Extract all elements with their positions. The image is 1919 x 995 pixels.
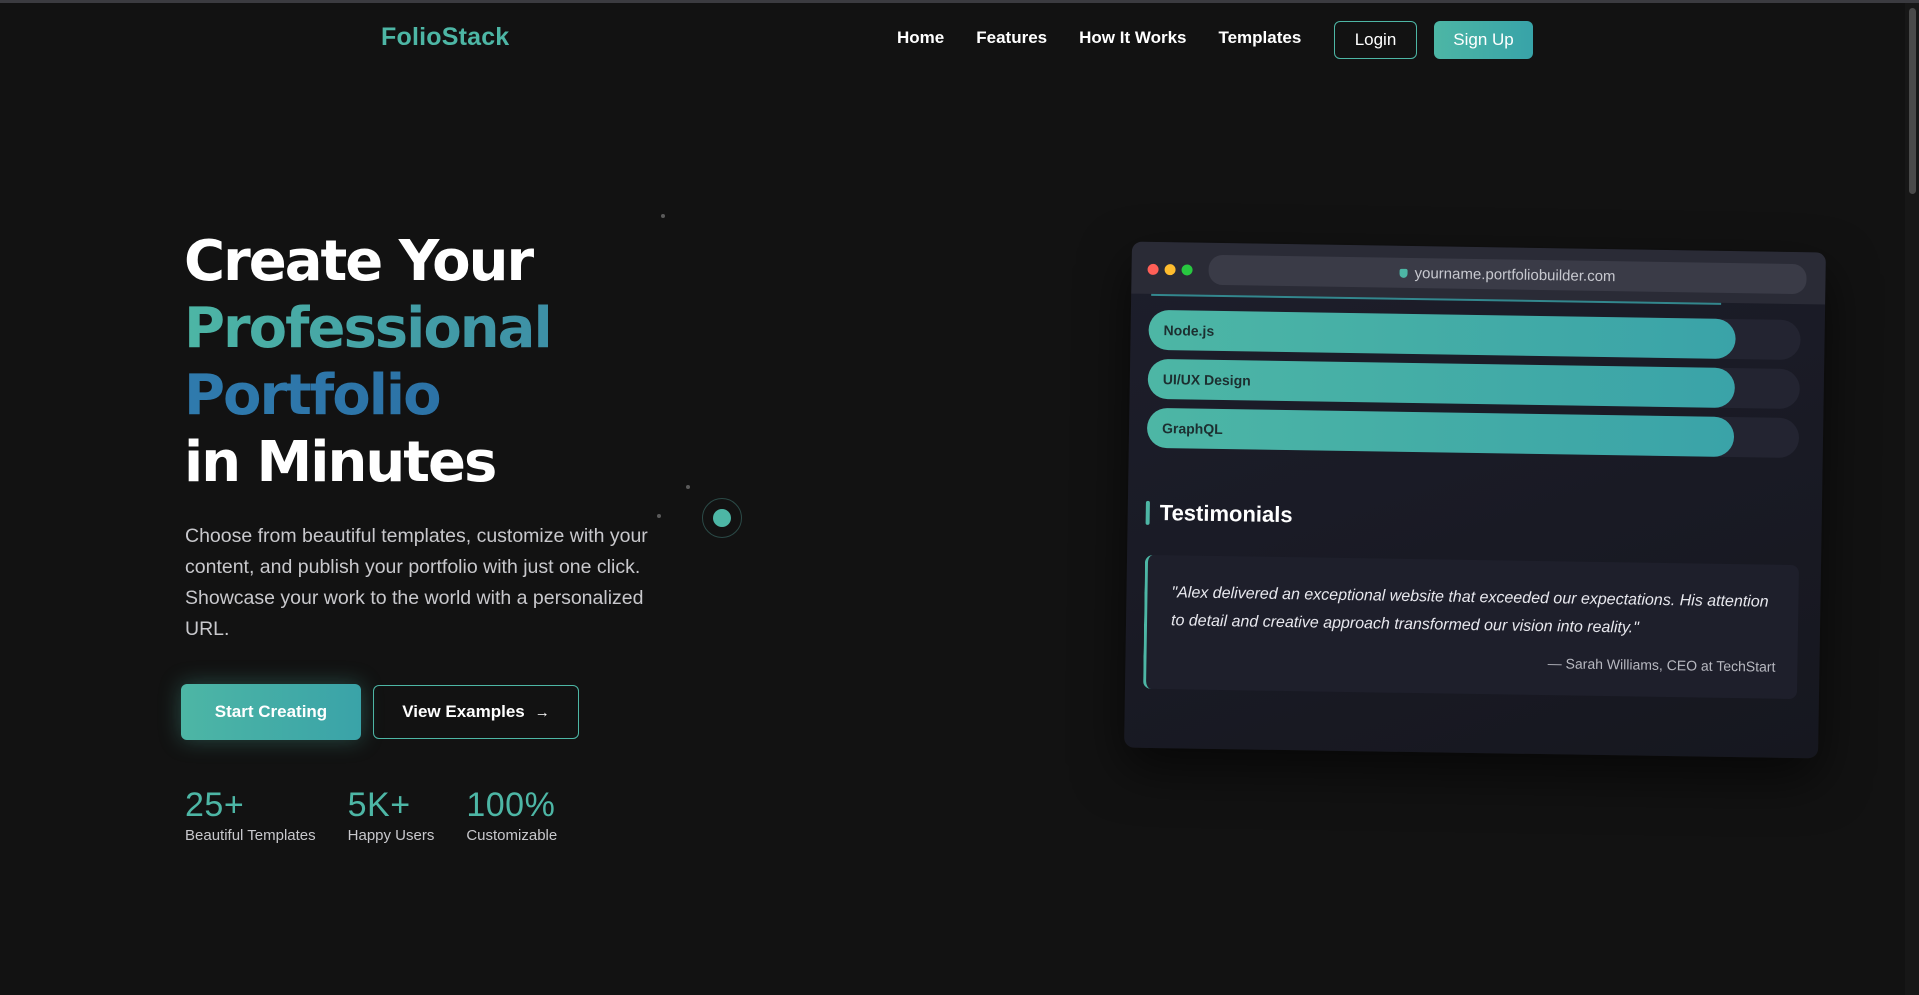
- skill-bar-uiux: UI/UX Design: [1147, 358, 1801, 410]
- decorative-dot: [661, 214, 665, 218]
- view-examples-label: View Examples: [402, 702, 525, 721]
- lock-icon: [1399, 268, 1408, 278]
- scrollbar-thumb[interactable]: [1909, 8, 1916, 194]
- nav-links: Home Features How It Works Templates: [897, 28, 1301, 48]
- top-navbar: FolioStack Home Features How It Works Te…: [0, 3, 1919, 73]
- stat-label: Happy Users: [347, 827, 435, 844]
- hero-stats: 25+ Beautiful Templates 5K+ Happy Users …: [185, 785, 589, 844]
- signup-button[interactable]: Sign Up: [1434, 21, 1533, 59]
- stat-users: 5K+ Happy Users: [348, 785, 435, 844]
- decorative-dot: [657, 514, 661, 518]
- skill-bar-graphql: GraphQL: [1146, 407, 1800, 459]
- skill-label: GraphQL: [1161, 420, 1223, 438]
- view-examples-button[interactable]: View Examples →: [373, 685, 579, 739]
- stat-value: 5K+: [347, 786, 411, 824]
- section-accent-bar: [1145, 500, 1150, 525]
- nav-link-templates[interactable]: Templates: [1218, 28, 1301, 48]
- hero-headline: Create Your Professional Portfolio in Mi…: [184, 228, 553, 496]
- skill-bar-nodejs: Node.js: [1148, 309, 1801, 361]
- stat-customizable: 100% Customizable: [466, 785, 557, 844]
- testimonial-card: "Alex delivered an exceptional website t…: [1142, 554, 1800, 700]
- skill-bar-fill: [1146, 407, 1735, 458]
- skill-bar-fill: [1148, 309, 1736, 360]
- decorative-orb-core: [713, 509, 731, 527]
- testimonials-heading: Testimonials: [1145, 500, 1293, 528]
- stat-label: Customizable: [466, 827, 558, 844]
- nav-link-features[interactable]: Features: [976, 28, 1047, 48]
- hero-description: Choose from beautiful templates, customi…: [185, 525, 648, 640]
- close-dot-icon: [1147, 263, 1159, 276]
- stat-value: 25+: [185, 786, 245, 824]
- preview-url: yourname.portfoliobuilder.com: [1414, 264, 1616, 285]
- stat-templates: 25+ Beautiful Templates: [185, 785, 316, 844]
- skill-label: Node.js: [1163, 322, 1215, 339]
- stat-label: Beautiful Templates: [185, 827, 316, 844]
- headline-line-3: Portfolio: [184, 362, 551, 429]
- headline-line-4: in Minutes: [184, 430, 497, 495]
- stat-value: 100%: [466, 786, 556, 824]
- headline-line-1: Create Your: [184, 229, 534, 294]
- start-creating-button[interactable]: Start Creating: [181, 684, 361, 740]
- skill-label: UI/UX Design: [1162, 371, 1251, 389]
- headline-line-2: Professional: [184, 296, 553, 361]
- page-scrollbar[interactable]: [1905, 3, 1919, 995]
- minimize-dot-icon: [1164, 264, 1176, 276]
- arrow-right-icon: →: [534, 703, 550, 721]
- testimonial-author: — Sarah Williams, CEO at TechStart: [1547, 655, 1776, 675]
- portfolio-preview-window: yourname.portfoliobuilder.com Node.js UI…: [1124, 241, 1826, 759]
- decorative-dot: [686, 485, 690, 489]
- testimonial-quote: "Alex delivered an exceptional website t…: [1170, 584, 1769, 637]
- preview-url-bar: yourname.portfoliobuilder.com: [1208, 254, 1807, 295]
- maximize-dot-icon: [1181, 264, 1193, 276]
- section-title: Testimonials: [1159, 500, 1293, 528]
- nav-link-how-it-works[interactable]: How It Works: [1079, 28, 1186, 48]
- logo[interactable]: FolioStack: [381, 23, 509, 52]
- login-button[interactable]: Login: [1334, 21, 1417, 59]
- nav-link-home[interactable]: Home: [897, 28, 944, 48]
- decorative-orb: [702, 498, 742, 538]
